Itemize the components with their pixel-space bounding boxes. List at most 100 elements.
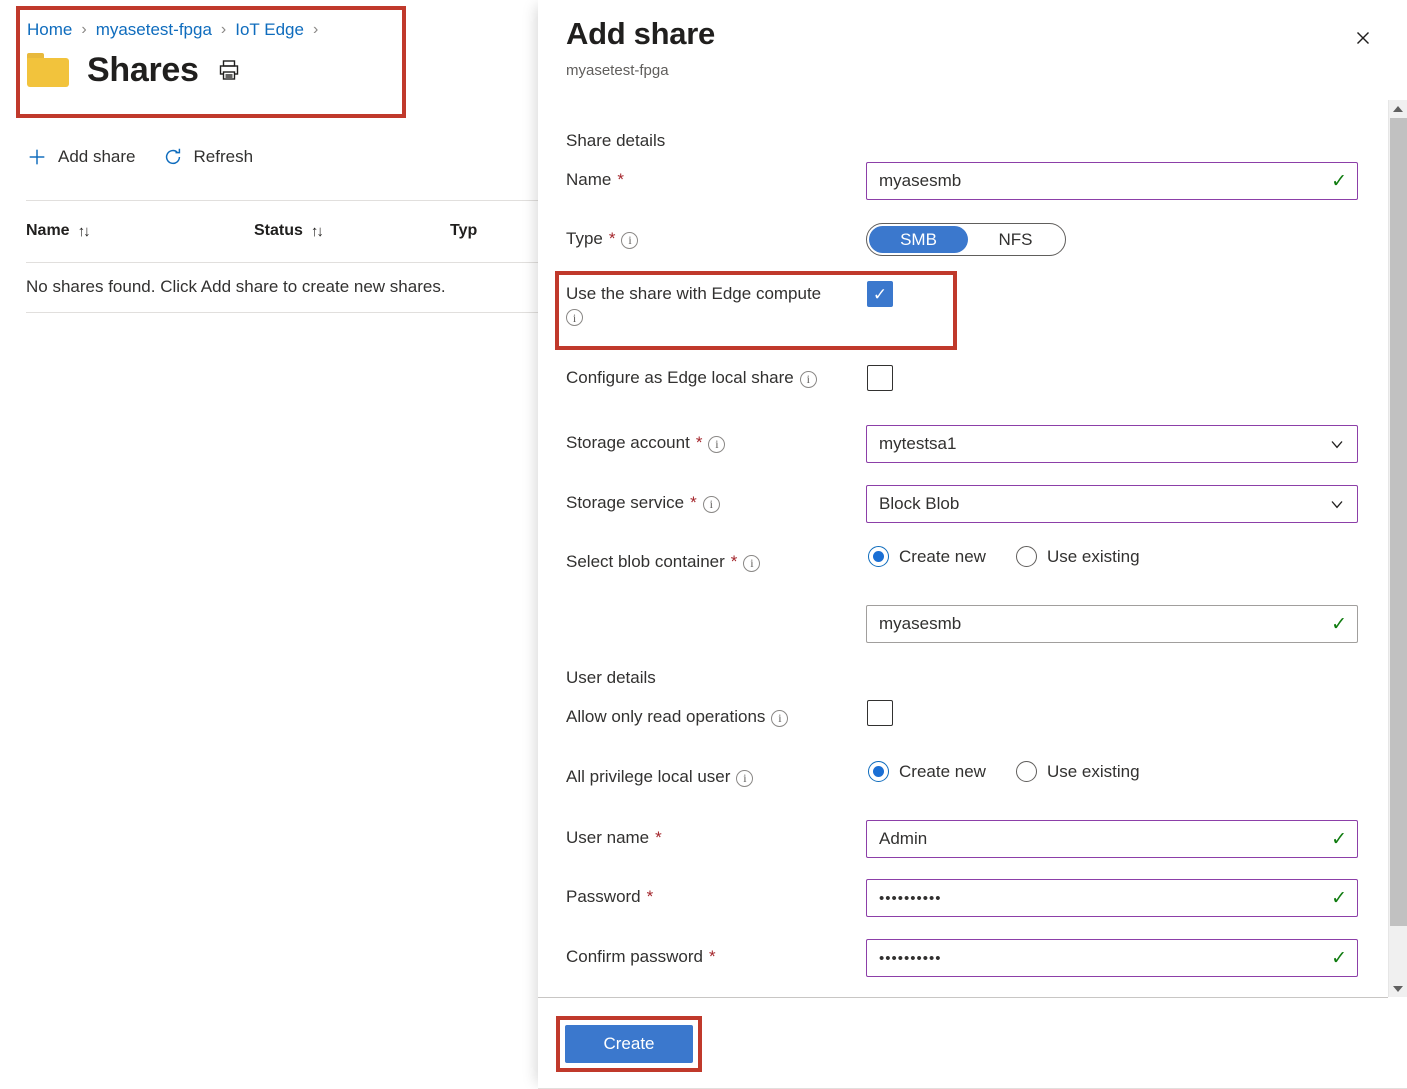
- panel-scrollbar[interactable]: [1388, 100, 1407, 997]
- shares-table-header: Name ↑↓ Status ↑↓ Typ: [26, 200, 538, 262]
- edge-local-share-checkbox-wrap: [867, 365, 893, 391]
- chevron-down-icon: [1327, 494, 1347, 514]
- name-input[interactable]: myasesmb ✓: [866, 162, 1358, 200]
- page-title: Shares: [87, 53, 199, 87]
- field-label-name: Name *: [566, 170, 624, 190]
- folder-icon: [27, 53, 69, 87]
- print-icon[interactable]: [217, 58, 241, 82]
- radio-dot-icon: [1016, 546, 1037, 567]
- blob-container-radio-group: Create new Use existing: [868, 546, 1140, 567]
- field-label-privilege-user: All privilege local user i: [566, 767, 753, 787]
- required-asterisk: *: [709, 948, 716, 965]
- confirm-password-value: ••••••••••: [879, 950, 1331, 967]
- add-share-panel: Add share myasetest-fpga Share details N…: [538, 0, 1407, 1089]
- field-label-password: Password *: [566, 887, 653, 907]
- page-title-row: Shares: [27, 53, 241, 87]
- screen-root: Home › myasetest-fpga › IoT Edge › Share…: [0, 0, 1407, 1089]
- user-name-input[interactable]: Admin ✓: [866, 820, 1358, 858]
- info-icon[interactable]: i: [621, 232, 638, 249]
- breadcrumb-item-device[interactable]: myasetest-fpga: [96, 20, 212, 40]
- breadcrumb-separator-icon: ›: [81, 21, 86, 39]
- type-option-smb[interactable]: SMB: [869, 226, 968, 253]
- privilege-user-radio-create-new[interactable]: Create new: [868, 761, 986, 782]
- storage-service-value: Block Blob: [879, 494, 1327, 514]
- password-input[interactable]: •••••••••• ✓: [866, 879, 1358, 917]
- info-icon[interactable]: i: [743, 555, 760, 572]
- breadcrumb-separator-icon: ›: [221, 21, 226, 39]
- panel-header: Add share myasetest-fpga: [538, 0, 1407, 100]
- storage-account-dropdown[interactable]: mytestsa1: [866, 425, 1358, 463]
- breadcrumb-item-iot-edge[interactable]: IoT Edge: [235, 20, 304, 40]
- sort-icon[interactable]: ↑↓: [311, 223, 322, 240]
- privilege-user-radio-use-existing[interactable]: Use existing: [1016, 761, 1140, 782]
- storage-service-dropdown[interactable]: Block Blob: [866, 485, 1358, 523]
- read-only-checkbox-wrap: [867, 700, 893, 726]
- field-label-type: Type * i: [566, 229, 638, 249]
- info-icon[interactable]: i: [566, 309, 583, 326]
- required-asterisk: *: [647, 888, 654, 905]
- info-icon[interactable]: i: [736, 770, 753, 787]
- valid-check-icon: ✓: [1331, 889, 1347, 908]
- read-only-checkbox[interactable]: [867, 700, 893, 726]
- name-input-value: myasesmb: [879, 171, 1331, 191]
- column-header-status[interactable]: Status ↑↓: [254, 222, 450, 240]
- confirm-password-input[interactable]: •••••••••• ✓: [866, 939, 1358, 977]
- info-icon[interactable]: i: [771, 710, 788, 727]
- empty-row-divider: [26, 312, 538, 313]
- panel-footer: Create: [538, 998, 1407, 1089]
- required-asterisk: *: [731, 553, 738, 570]
- edge-compute-checkbox[interactable]: ✓: [867, 281, 893, 307]
- privilege-user-radio-group: Create new Use existing: [868, 761, 1140, 782]
- breadcrumb: Home › myasetest-fpga › IoT Edge ›: [27, 17, 318, 43]
- close-icon[interactable]: [1347, 22, 1379, 54]
- create-button[interactable]: Create: [565, 1025, 693, 1063]
- valid-check-icon: ✓: [1331, 830, 1347, 849]
- section-heading-user-details: User details: [566, 668, 656, 688]
- required-asterisk: *: [609, 230, 616, 247]
- add-share-button[interactable]: Add share: [26, 146, 136, 168]
- scroll-up-arrow-icon[interactable]: [1389, 100, 1407, 117]
- field-label-user-name: User name *: [566, 828, 662, 848]
- scroll-down-arrow-icon[interactable]: [1389, 980, 1407, 997]
- field-label-confirm-password: Confirm password *: [566, 947, 716, 967]
- add-share-label: Add share: [58, 147, 136, 167]
- field-label-blob-container: Select blob container * i: [566, 552, 760, 572]
- refresh-button[interactable]: Refresh: [162, 146, 254, 168]
- empty-state-row: No shares found. Click Add share to crea…: [26, 262, 538, 312]
- password-value: ••••••••••: [879, 890, 1331, 907]
- type-option-nfs[interactable]: NFS: [968, 226, 1063, 253]
- section-heading-share-details: Share details: [566, 131, 665, 151]
- storage-account-value: mytestsa1: [879, 434, 1327, 454]
- edge-local-share-checkbox[interactable]: [867, 365, 893, 391]
- user-name-value: Admin: [879, 829, 1331, 849]
- scrollbar-thumb[interactable]: [1390, 118, 1407, 926]
- column-header-type[interactable]: Typ: [450, 222, 477, 240]
- radio-dot-icon: [868, 546, 889, 567]
- info-icon[interactable]: i: [708, 436, 725, 453]
- column-header-name[interactable]: Name ↑↓: [26, 222, 254, 240]
- shares-toolbar: Add share Refresh: [26, 146, 253, 168]
- field-label-edge-local-share: Configure as Edge local share i: [566, 368, 817, 388]
- info-icon[interactable]: i: [703, 496, 720, 513]
- required-asterisk: *: [617, 171, 624, 188]
- info-icon[interactable]: i: [800, 371, 817, 388]
- refresh-label: Refresh: [194, 147, 254, 167]
- edge-compute-checkbox-wrap: ✓: [867, 281, 893, 307]
- valid-check-icon: ✓: [1331, 172, 1347, 191]
- radio-dot-icon: [1016, 761, 1037, 782]
- panel-subtitle: myasetest-fpga: [566, 62, 669, 79]
- panel-title: Add share: [566, 16, 715, 52]
- breadcrumb-item-home[interactable]: Home: [27, 20, 72, 40]
- plus-icon: [26, 146, 48, 168]
- blob-container-radio-use-existing[interactable]: Use existing: [1016, 546, 1140, 567]
- field-label-storage-service: Storage service * i: [566, 493, 720, 513]
- radio-dot-icon: [868, 761, 889, 782]
- required-asterisk: *: [696, 434, 703, 451]
- blob-container-radio-create-new[interactable]: Create new: [868, 546, 986, 567]
- breadcrumb-separator-icon: ›: [313, 21, 318, 39]
- sort-icon[interactable]: ↑↓: [78, 223, 89, 240]
- required-asterisk: *: [690, 494, 697, 511]
- field-label-edge-compute: Use the share with Edge compute i: [566, 284, 821, 326]
- blob-container-name-input[interactable]: myasesmb ✓: [866, 605, 1358, 643]
- type-toggle[interactable]: SMB NFS: [866, 223, 1066, 256]
